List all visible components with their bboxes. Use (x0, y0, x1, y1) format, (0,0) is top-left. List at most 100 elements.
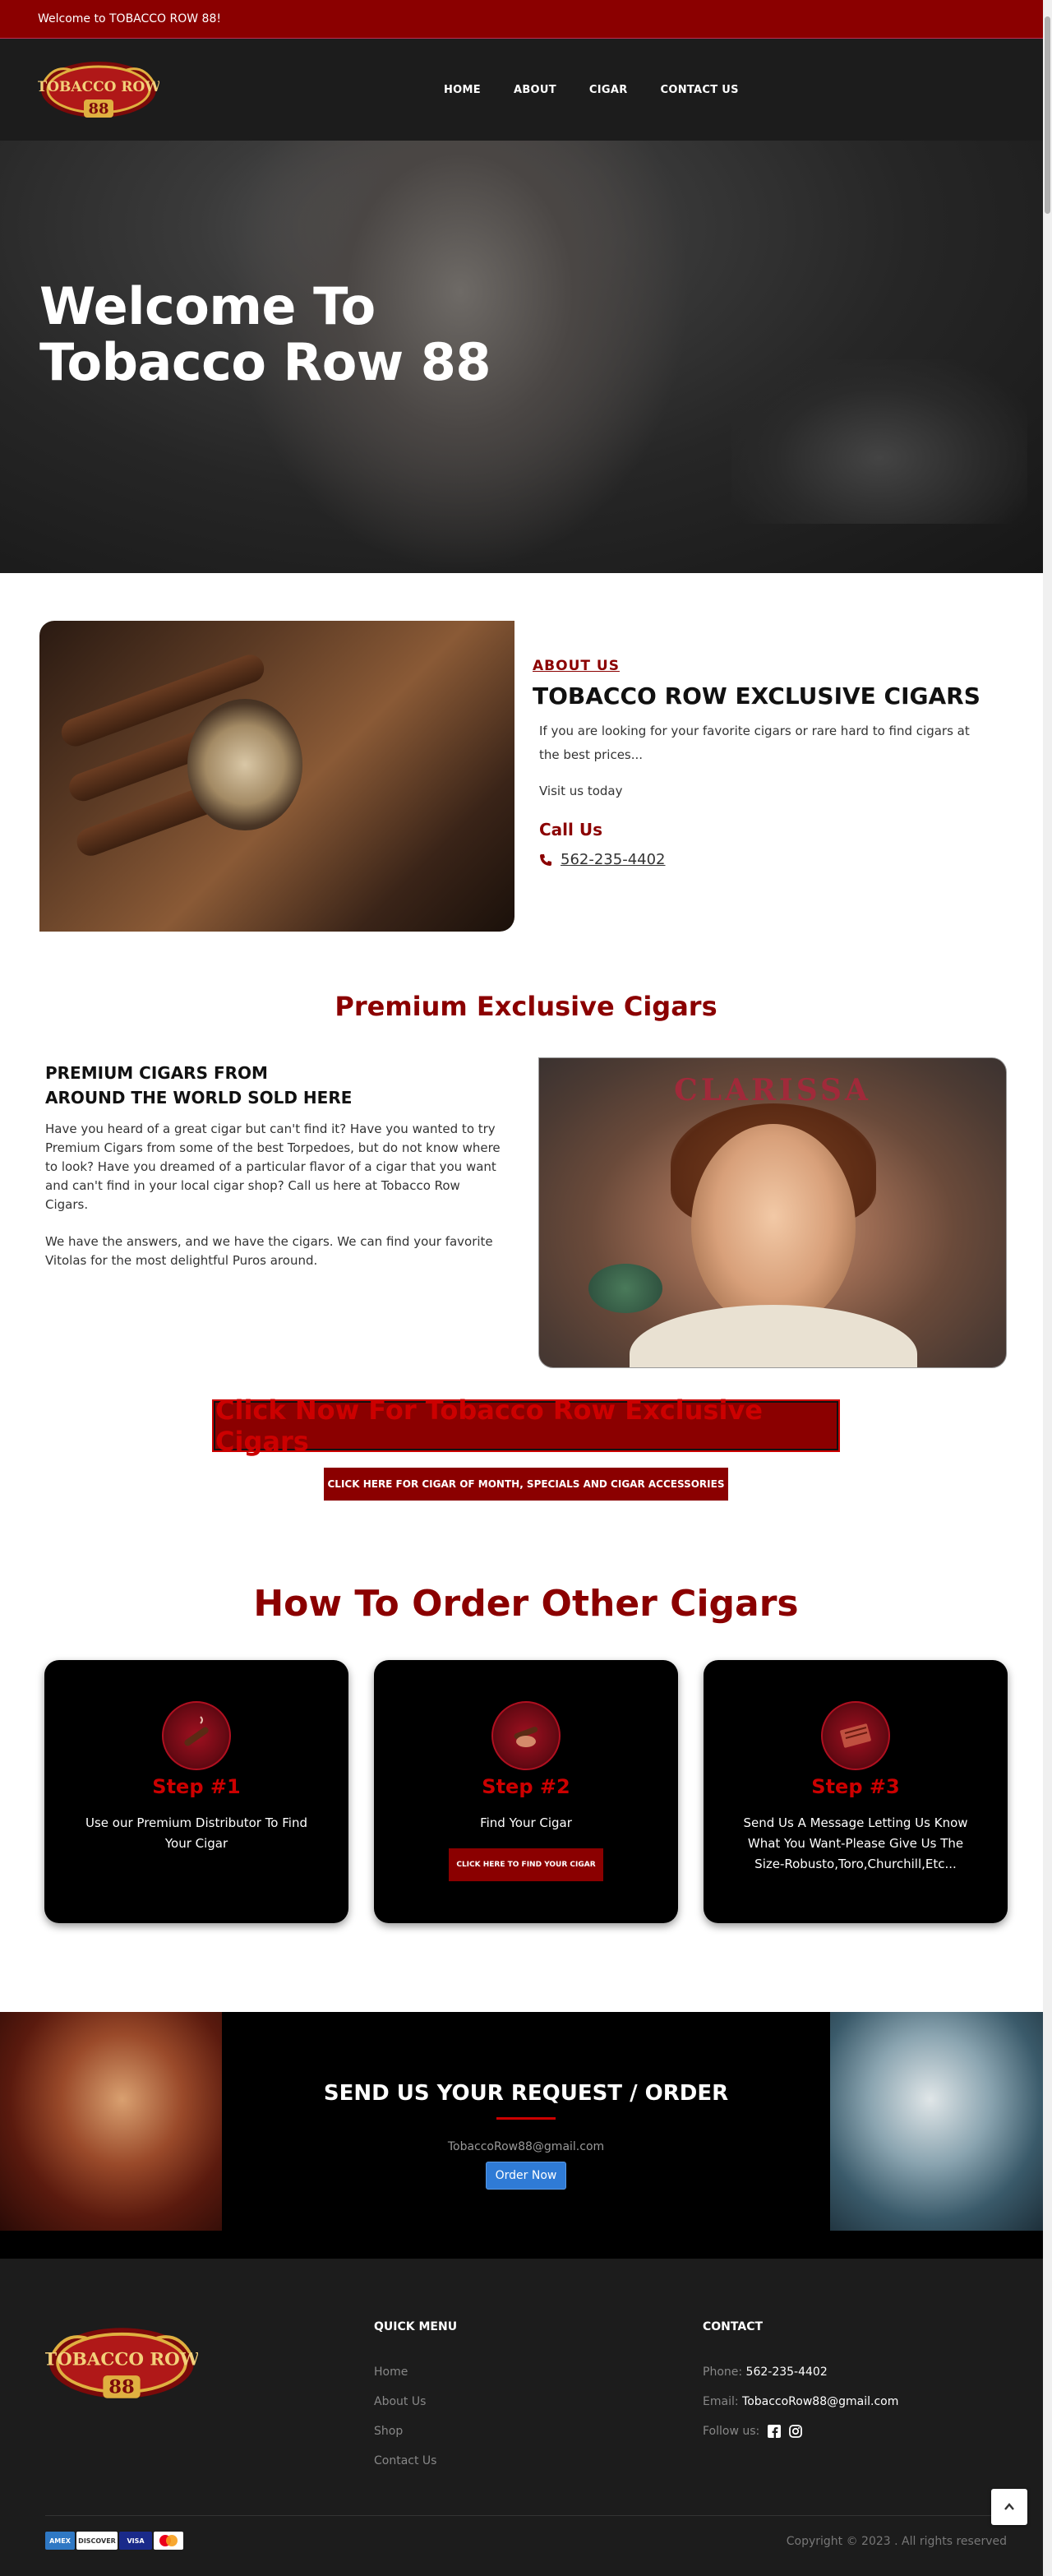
top-bar: Welcome to TOBACCO ROW 88! (0, 0, 1052, 39)
scrollbar-thumb[interactable] (1045, 16, 1050, 214)
footer-logo-emblem: TOBACCO ROW 88 (45, 2328, 198, 2398)
nav-contact[interactable]: CONTACT US (661, 84, 739, 96)
premium-text: PREMIUM CIGARS FROM AROUND THE WORLD SOL… (45, 1061, 505, 1270)
facebook-icon[interactable] (768, 2425, 782, 2438)
premium-paragraph-1: Have you heard of a great cigar but can'… (45, 1122, 501, 1212)
mastercard-icon (154, 2532, 183, 2550)
about-description: If you are looking for your favorite cig… (539, 724, 970, 762)
premium-paragraph-2: We have the answers, and we have the cig… (45, 1234, 493, 1268)
hero-title-line1: Welcome To (39, 276, 376, 336)
request-title: SEND US YOUR REQUEST / ORDER (323, 2081, 729, 2106)
footer-logo-number: 88 (108, 2376, 134, 2398)
footer-logo[interactable]: TOBACCO ROW 88 (45, 2308, 198, 2418)
portrait-left-image (0, 2012, 222, 2231)
about-label: ABOUT US (533, 658, 620, 674)
nav-cigar[interactable]: CIGAR (589, 84, 628, 96)
step-title-1: Step #1 (152, 1775, 241, 1798)
portrait-face (691, 1124, 856, 1330)
about-text: ABOUT US TOBACCO ROW EXCLUSIVE CIGARS If… (533, 658, 1009, 868)
main-nav: HOME ABOUT CIGAR CONTACT US (444, 39, 739, 141)
footer-email[interactable]: TobaccoRow88@gmail.com (742, 2395, 898, 2408)
hummingbird-image (588, 1264, 662, 1313)
step-desc-1: Use our Premium Distributor To Find Your… (85, 1815, 307, 1851)
about-visit: Visit us today (539, 784, 623, 798)
footer-link-contact[interactable]: Contact Us (374, 2454, 436, 2467)
back-to-top-button[interactable] (991, 2489, 1027, 2525)
about-phone-row: 562-235-4402 (533, 851, 1009, 868)
steps-row: Step #1 Use our Premium Distributor To F… (44, 1660, 1008, 1923)
logo-number: 88 (88, 100, 108, 118)
hero-banner: Welcome To Tobacco Row 88 (0, 141, 1052, 573)
step-title-2: Step #2 (482, 1775, 570, 1798)
step-card-2: Step #2 Find Your Cigar CLICK HERE TO FI… (374, 1660, 678, 1923)
request-order-section: SEND US YOUR REQUEST / ORDER TobaccoRow8… (0, 2012, 1052, 2259)
vintage-cigar-label-image: CLARISSA (538, 1057, 1007, 1368)
follow-us-label: Follow us: (703, 2425, 760, 2438)
site-logo[interactable]: TOBACCO ROW 88 (38, 49, 159, 131)
find-cigar-button[interactable]: CLICK HERE TO FIND YOUR CIGAR (449, 1848, 603, 1881)
cigar-box-icon (821, 1701, 890, 1770)
phone-icon (540, 853, 551, 866)
portrait-right-image (830, 2012, 1052, 2231)
about-phone-link[interactable]: 562-235-4402 (561, 851, 666, 868)
cigar-icon (162, 1701, 231, 1770)
site-header: TOBACCO ROW 88 HOME ABOUT CIGAR CONTACT … (0, 39, 1052, 141)
page-scrollbar[interactable] (1043, 0, 1052, 2576)
footer-phone[interactable]: 562-235-4402 (746, 2366, 828, 2379)
about-section: ABOUT US TOBACCO ROW EXCLUSIVE CIGARS If… (0, 573, 1052, 948)
amex-icon: AMEX (45, 2532, 75, 2550)
footer-divider (45, 2515, 1007, 2516)
request-email[interactable]: TobaccoRow88@gmail.com (0, 2140, 1052, 2153)
hero-machine-image (731, 359, 1027, 524)
hero-title-line2: Tobacco Row 88 (39, 332, 491, 392)
discover-icon: DISCOVER (76, 2532, 118, 2550)
nav-about[interactable]: ABOUT (514, 84, 556, 96)
pocket-watch-image (187, 699, 302, 830)
footer-link-shop[interactable]: Shop (374, 2425, 403, 2438)
about-title: TOBACCO ROW EXCLUSIVE CIGARS (533, 682, 980, 710)
contact-title: CONTACT (703, 2320, 764, 2333)
order-now-button[interactable]: Order Now (486, 2162, 566, 2190)
step-title-3: Step #3 (811, 1775, 900, 1798)
how-to-order-section: How To Order Other Cigars Step #1 Use ou… (0, 1583, 1052, 1923)
hero-title: Welcome To Tobacco Row 88 (39, 279, 491, 391)
vintage-label-text: CLARISSA (674, 1073, 871, 1108)
portrait-dress (630, 1305, 917, 1367)
cigar-box-image (39, 621, 514, 932)
hand-cigar-icon (491, 1701, 561, 1770)
footer-email-row: Email: TobaccoRow88@gmail.com (703, 2395, 898, 2408)
quick-menu-title: QUICK MENU (374, 2320, 458, 2333)
step-desc-3: Send Us A Message Letting Us Know What Y… (743, 1815, 968, 1871)
specials-button[interactable]: CLICK HERE FOR CIGAR OF MONTH, SPECIALS … (324, 1468, 728, 1501)
exclusive-cigars-button[interactable]: Click Now For Tobacco Row Exclusive Ciga… (214, 1394, 838, 1457)
call-us-label: Call Us (539, 820, 602, 839)
payment-icons: AMEX DISCOVER VISA (45, 2532, 183, 2550)
welcome-text: Welcome to TOBACCO ROW 88! (38, 12, 221, 25)
instagram-icon[interactable] (789, 2425, 803, 2438)
step-card-3: Step #3 Send Us A Message Letting Us Kno… (704, 1660, 1008, 1923)
logo-emblem: TOBACCO ROW 88 (38, 62, 159, 118)
footer-email-label: Email: (703, 2395, 739, 2408)
footer-phone-label: Phone: (703, 2366, 743, 2379)
premium-subtitle: PREMIUM CIGARS FROM AROUND THE WORLD SOL… (45, 1061, 505, 1110)
premium-subtitle-line2: AROUND THE WORLD SOLD HERE (45, 1088, 353, 1108)
nav-home[interactable]: HOME (444, 84, 481, 96)
page: Welcome to TOBACCO ROW 88! TOBACCO ROW 8… (0, 0, 1052, 2576)
footer-logo-text: TOBACCO ROW (45, 2350, 198, 2370)
request-divider (496, 2117, 556, 2120)
premium-subtitle-line1: PREMIUM CIGARS FROM (45, 1063, 268, 1083)
premium-title: Premium Exclusive Cigars (335, 991, 717, 1022)
how-title: How To Order Other Cigars (253, 1583, 799, 1625)
logo-text: TOBACCO ROW (38, 79, 159, 95)
footer-link-home[interactable]: Home (374, 2366, 408, 2379)
step-card-1: Step #1 Use our Premium Distributor To F… (44, 1660, 348, 1923)
footer-phone-row: Phone: 562-235-4402 (703, 2366, 828, 2379)
copyright: Copyright © 2023 . All rights reserved (786, 2535, 1007, 2548)
step-desc-2: Find Your Cigar (480, 1815, 572, 1830)
footer-follow-row: Follow us: (703, 2425, 803, 2438)
chevron-up-icon (1004, 2503, 1014, 2510)
footer-link-about[interactable]: About Us (374, 2395, 426, 2408)
visa-icon: VISA (119, 2532, 152, 2550)
premium-section: Premium Exclusive Cigars PREMIUM CIGARS … (0, 948, 1052, 1456)
site-footer: TOBACCO ROW 88 QUICK MENU Home About Us … (0, 2259, 1052, 2576)
